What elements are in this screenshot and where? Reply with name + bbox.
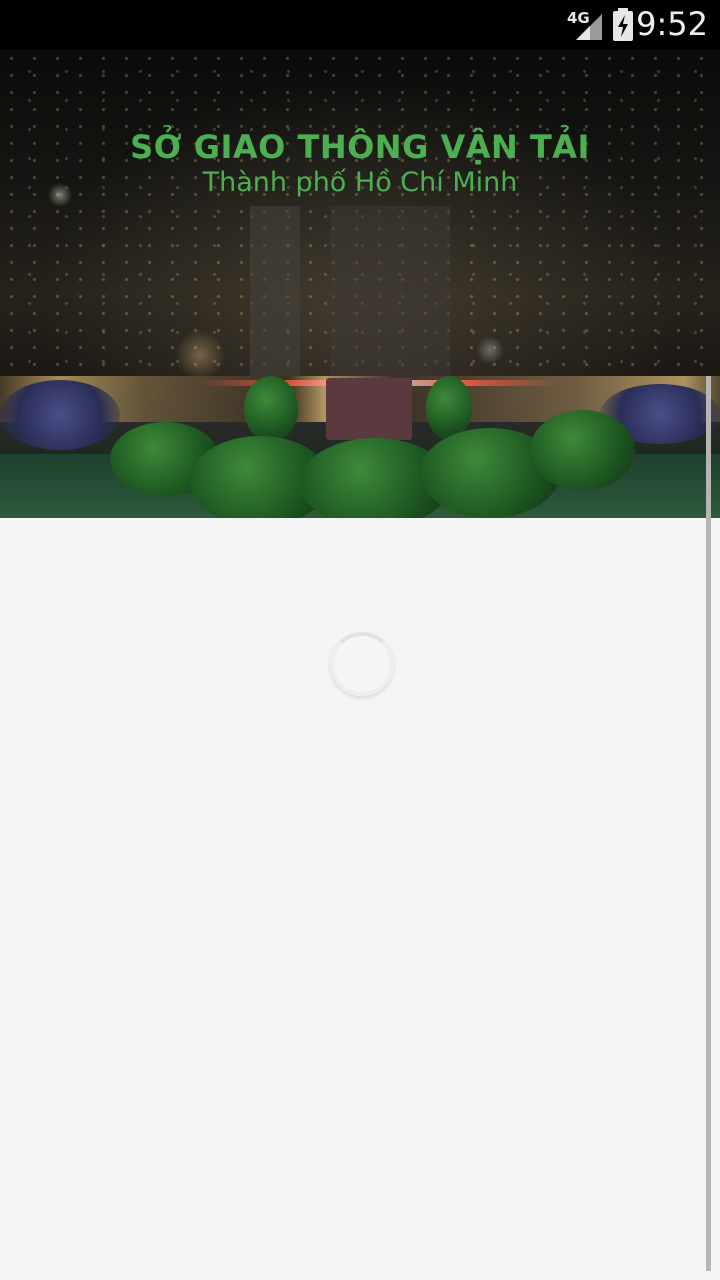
header-banner: SỞ GIAO THÔNG VẬN TẢI Thành phố Hồ Chí M…: [0, 50, 720, 376]
page-title: SỞ GIAO THÔNG VẬN TẢI: [130, 128, 590, 166]
scrollbar[interactable]: [706, 376, 711, 1271]
loading-spinner-icon: [330, 632, 394, 696]
signal-icon: [576, 14, 602, 40]
garden-banner-image: [0, 376, 720, 518]
flower-bed-left: [0, 380, 120, 450]
city-skyline: [0, 206, 720, 376]
clock: 9:52: [636, 5, 708, 43]
battery-charging-icon: [613, 8, 633, 41]
page-subtitle: Thành phố Hồ Chí Minh: [202, 167, 518, 198]
status-bar: 4G 9:52: [0, 0, 720, 50]
monument-sign: [326, 378, 412, 440]
topiary-bush: [244, 376, 298, 442]
content-area: [0, 518, 720, 1280]
hedge-bush: [530, 410, 635, 490]
